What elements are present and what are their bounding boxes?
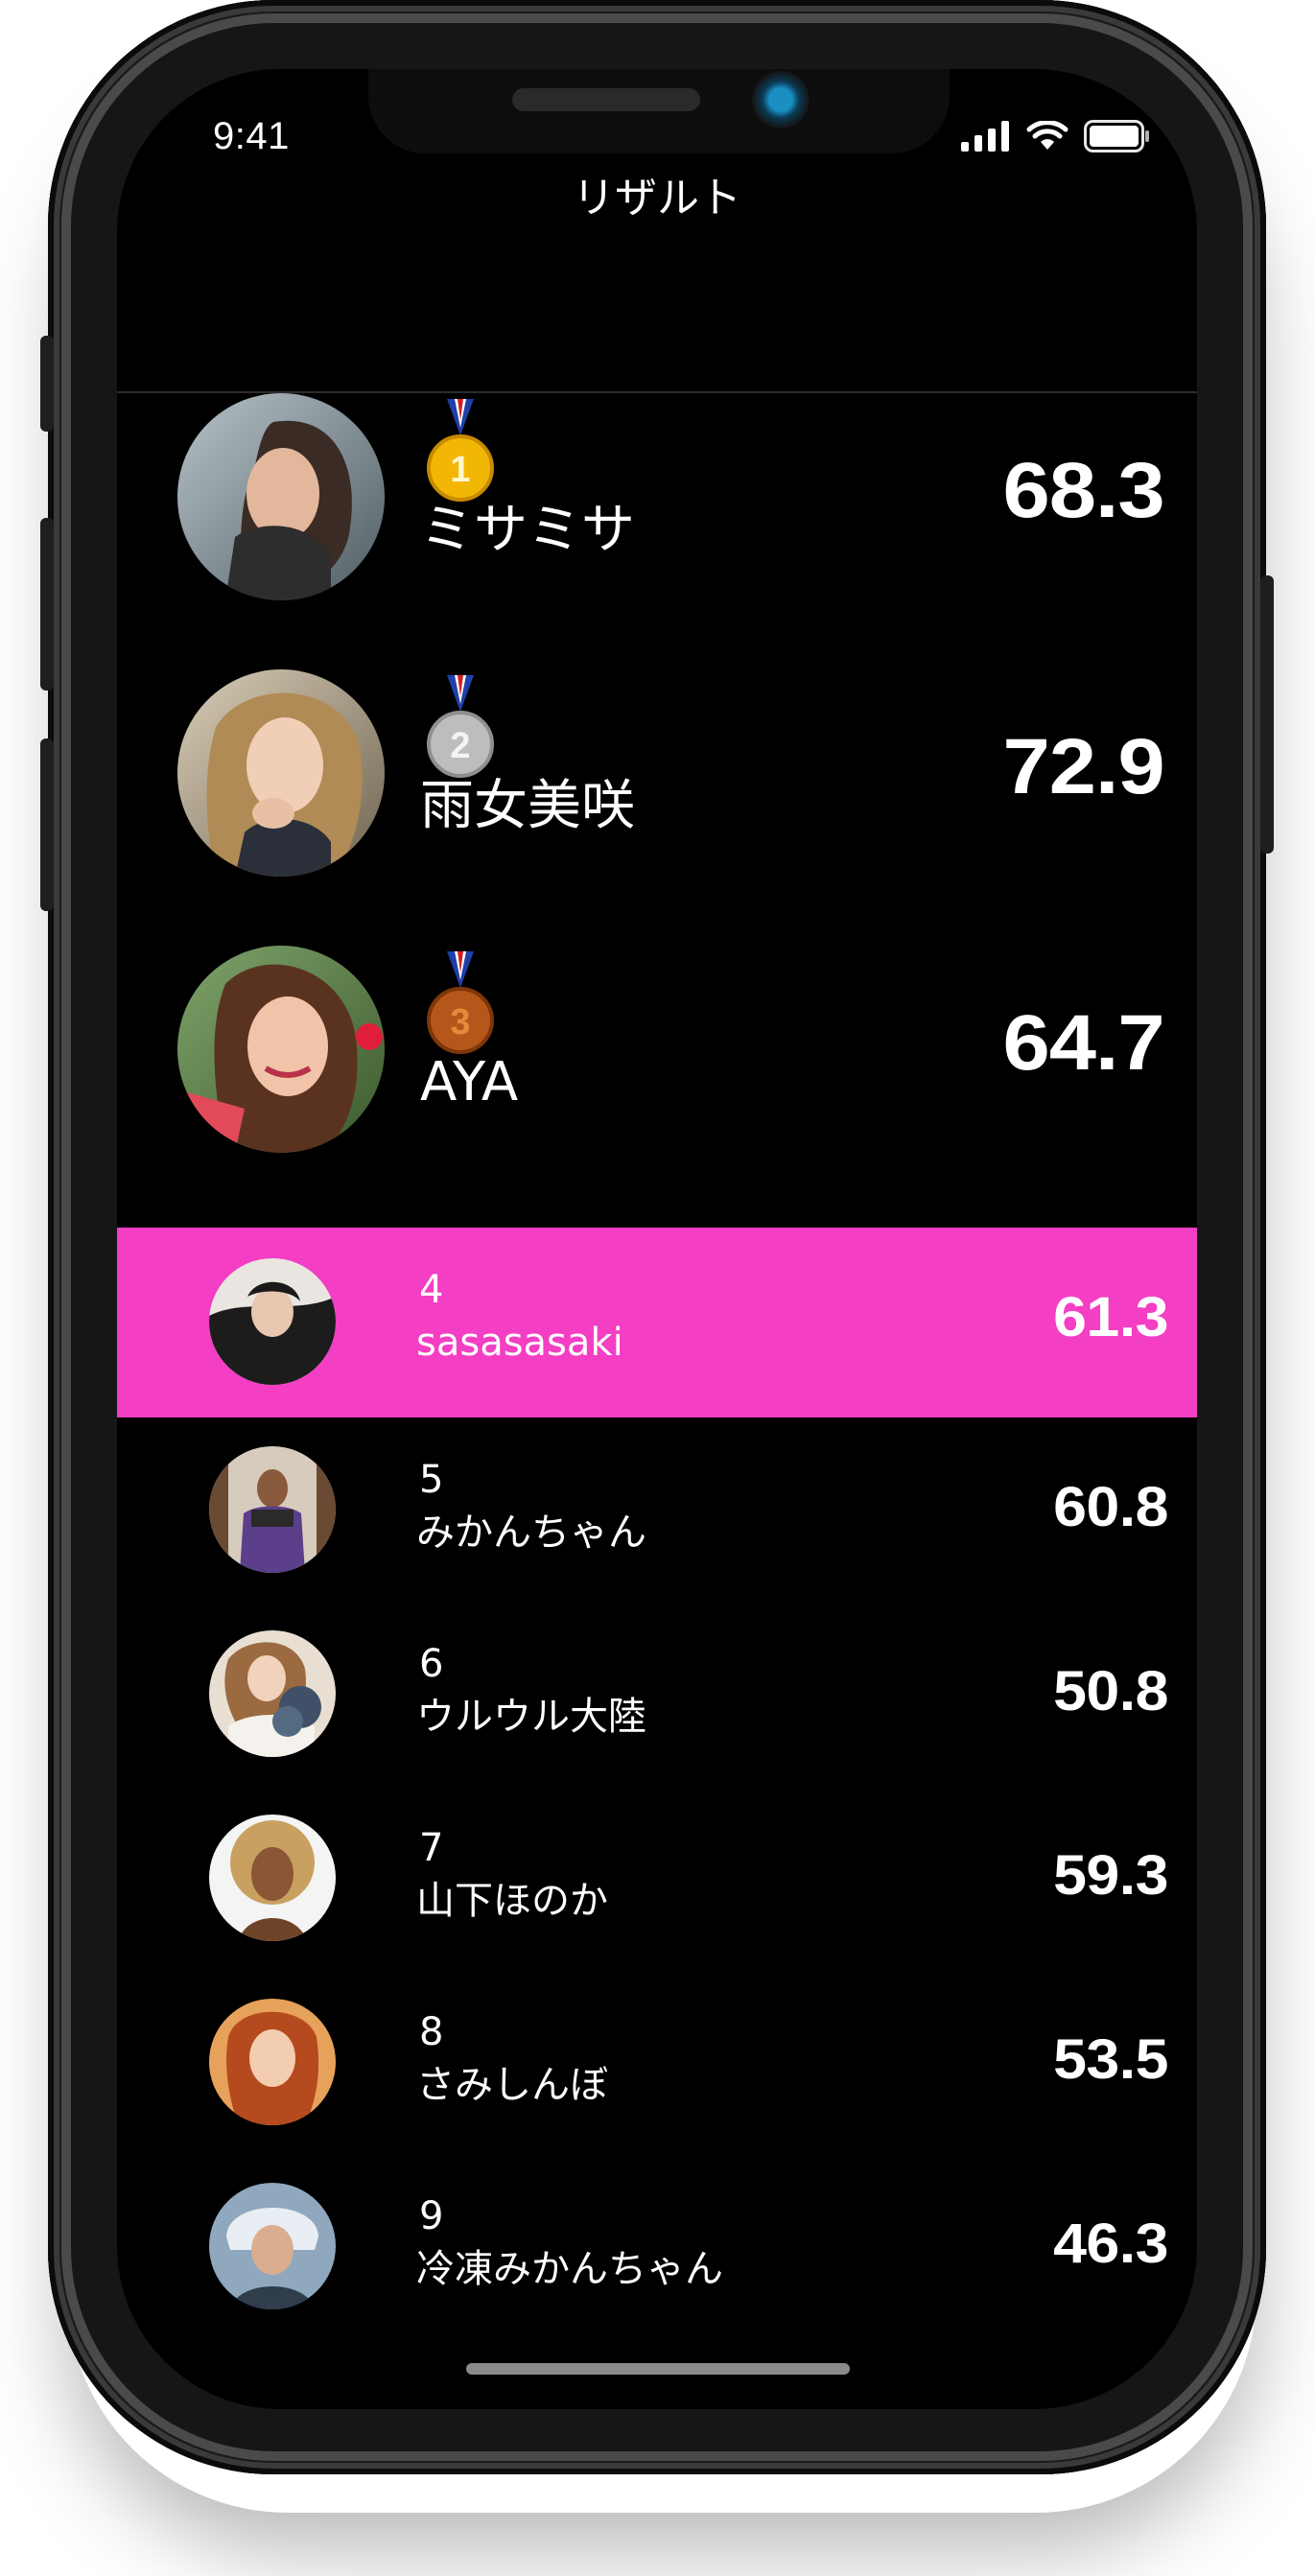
rank-number: 7 [419, 1826, 444, 1870]
svg-text:1: 1 [450, 450, 470, 490]
player-name: みかんちゃん [416, 1510, 646, 1555]
navigation-bar: リザルト [117, 175, 1197, 393]
player-name: sasasasaki [416, 1321, 623, 1365]
player-name: 冷凍みかんちゃん [416, 2247, 723, 2291]
avatar [209, 1446, 336, 1573]
player-score: 64.7 [1002, 999, 1165, 1087]
podium-row-2[interactable]: 2 雨女美咲 72.9 [117, 669, 1197, 896]
list-item[interactable]: 5 みかんちゃん 60.8 [117, 1417, 1197, 1602]
volume-down-button [40, 738, 54, 911]
page-title: リザルト [573, 174, 741, 222]
player-score: 60.8 [1053, 1476, 1168, 1538]
battery-icon [1084, 120, 1151, 152]
player-score: 50.8 [1053, 1660, 1168, 1722]
avatar [209, 1815, 336, 1941]
cellular-signal-icon [961, 121, 1011, 152]
player-score: 61.3 [1053, 1286, 1168, 1348]
status-time: 9:41 [213, 115, 290, 157]
player-name: ミサミサ [420, 499, 635, 561]
list-item[interactable]: 7 山下ほのか 59.3 [117, 1786, 1197, 1970]
avatar [209, 1999, 336, 2125]
notch [368, 69, 950, 153]
rank-number: 8 [419, 2010, 444, 2054]
podium-row-1[interactable]: 1 ミサミサ 68.3 [117, 393, 1197, 620]
list-item[interactable]: 9 冷凍みかんちゃん 46.3 [117, 2154, 1197, 2338]
earpiece-speaker [512, 88, 700, 111]
mute-switch [40, 336, 54, 432]
avatar [177, 946, 385, 1153]
player-score: 46.3 [1053, 2213, 1168, 2275]
player-score: 72.9 [1002, 723, 1165, 810]
power-button [1260, 575, 1274, 854]
avatar [177, 393, 385, 600]
rank-number: 5 [419, 1458, 444, 1502]
player-score: 59.3 [1053, 1844, 1168, 1907]
home-indicator[interactable] [466, 2363, 850, 2375]
svg-text:3: 3 [450, 1002, 470, 1042]
list-item[interactable]: 6 ウルウル大陸 50.8 [117, 1602, 1197, 1786]
silver-medal-icon: 2 [426, 675, 495, 781]
app-screen: 9:41 リザルト 1 ミサミサ 68.3 2 雨女美咲 72.9 3 AYA … [117, 69, 1197, 2409]
rank-number: 9 [419, 2194, 444, 2238]
svg-text:2: 2 [450, 726, 470, 766]
player-name: ウルウル大陸 [416, 1695, 646, 1739]
podium-row-3[interactable]: 3 AYA 64.7 [117, 946, 1197, 1172]
volume-up-button [40, 518, 54, 691]
player-name: 山下ほのか [416, 1879, 608, 1923]
player-name: AYA [420, 1051, 519, 1113]
avatar [177, 669, 385, 877]
rank-number: 6 [419, 1642, 444, 1686]
avatar [209, 1630, 336, 1757]
gold-medal-icon: 1 [426, 399, 495, 504]
front-camera [752, 71, 810, 129]
player-name: さみしんぼ [416, 2063, 608, 2107]
list-item[interactable]: 8 さみしんぼ 53.5 [117, 1970, 1197, 2154]
status-icons [961, 117, 1151, 155]
avatar [209, 1258, 336, 1385]
player-score: 53.5 [1053, 2028, 1168, 2091]
rank-number: 4 [419, 1268, 444, 1312]
list-item-current-user[interactable]: 4 sasasasaki 61.3 [117, 1228, 1197, 1417]
player-score: 68.3 [1002, 447, 1165, 534]
bronze-medal-icon: 3 [426, 951, 495, 1057]
avatar [209, 2183, 336, 2309]
player-name: 雨女美咲 [420, 775, 635, 837]
wifi-icon [1026, 121, 1068, 152]
